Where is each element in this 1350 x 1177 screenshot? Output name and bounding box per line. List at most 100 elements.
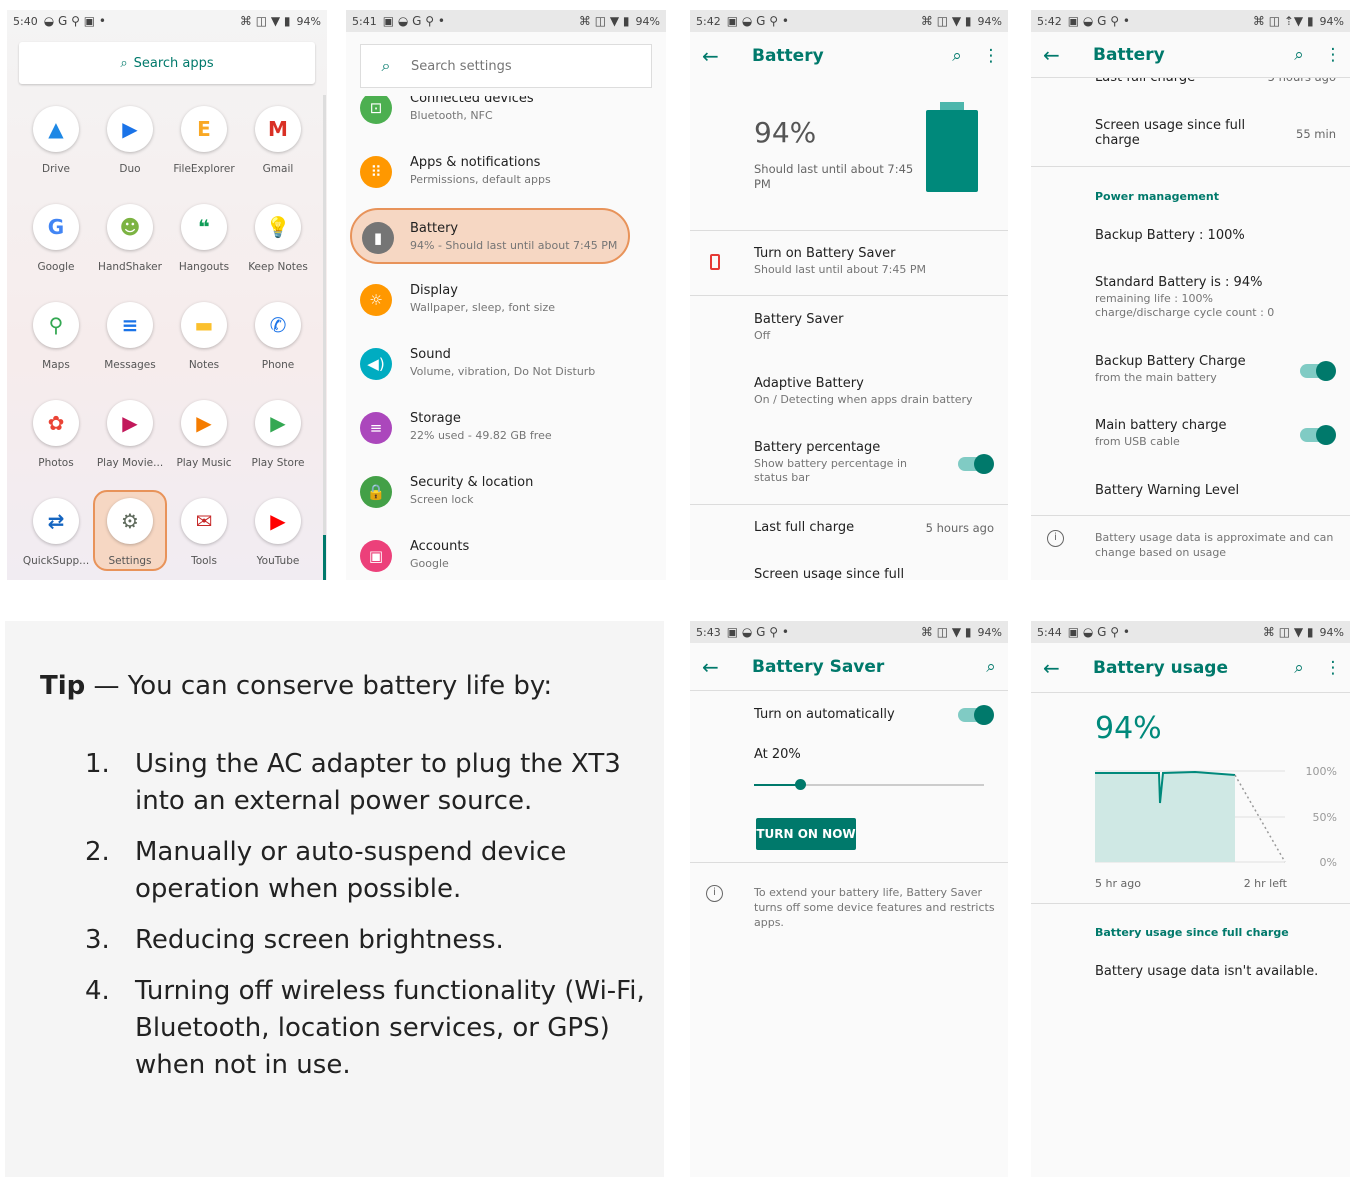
status-time: 5:44 bbox=[1037, 625, 1062, 639]
app-label: Settings bbox=[108, 555, 152, 567]
search-icon[interactable]: ⌕ bbox=[974, 657, 1008, 677]
app-quicksupp[interactable]: ⇄ QuickSupp... bbox=[19, 498, 93, 567]
item-title: Security & location bbox=[410, 475, 534, 490]
info-icon: i bbox=[706, 885, 723, 902]
more-options-icon[interactable]: ⋮ bbox=[1316, 658, 1350, 678]
main-battery-charge-toggle[interactable] bbox=[1300, 425, 1336, 445]
adaptive-battery-item[interactable]: Adaptive Battery On / Detecting when apps… bbox=[690, 376, 1008, 407]
battery-icon: ▮ bbox=[362, 222, 394, 254]
app-photos[interactable]: ✿ Photos bbox=[19, 400, 93, 469]
app-label: Tools bbox=[191, 555, 217, 567]
status-bar: 5:40 ◒ G ⚲ ▣ • ⌘ ◫ ▼ ▮ 94% bbox=[13, 14, 321, 28]
tip-heading: Tip — You can conserve battery life by: bbox=[40, 671, 552, 701]
search-placeholder: Search settings bbox=[411, 58, 512, 74]
app-label: YouTube bbox=[256, 555, 300, 567]
settings-item-battery[interactable]: ▮ Battery 94% - Should last until about 7:… bbox=[350, 208, 630, 264]
tip-item: 1. Using the AC adapter to plug the XT3 i… bbox=[85, 746, 645, 820]
battery-percentage-toggle[interactable] bbox=[958, 454, 994, 474]
app-label: Play Music bbox=[176, 457, 232, 469]
back-arrow-icon[interactable]: ← bbox=[1043, 43, 1083, 67]
duo-icon: ▶ bbox=[107, 106, 153, 152]
battery-saver-item[interactable]: Battery Saver Off bbox=[690, 312, 1008, 343]
y-tick-0: 0% bbox=[1320, 856, 1337, 869]
search-apps-bar[interactable]: ⌕ Search apps bbox=[19, 42, 315, 84]
settings-item-storage[interactable]: ≡ Storage 22% used - 49.82 GB free bbox=[346, 400, 666, 456]
item-subtitle: 94% - Should last until about 7:45 PM bbox=[410, 239, 618, 252]
settings-item-security-location[interactable]: 🔒 Security & location Screen lock bbox=[346, 464, 666, 520]
app-settings[interactable]: ⚙ Settings bbox=[93, 490, 167, 571]
threshold-slider[interactable] bbox=[754, 779, 984, 790]
app-label: FileExplorer bbox=[173, 163, 235, 175]
screen-usage-value: 55 min bbox=[1296, 127, 1336, 141]
threshold-label: At 20% bbox=[690, 747, 1008, 762]
turn-on-automatically-toggle[interactable] bbox=[958, 705, 994, 725]
connected-devices-icon: ⊡ bbox=[360, 96, 392, 124]
slider-thumb[interactable] bbox=[795, 779, 806, 790]
display-icon: ☼ bbox=[360, 284, 392, 316]
search-icon[interactable]: ⌕ bbox=[1282, 658, 1316, 678]
app-label: Phone bbox=[261, 359, 295, 371]
app-handshaker[interactable]: ☻ HandShaker bbox=[93, 204, 167, 273]
status-time: 5:41 bbox=[352, 14, 377, 28]
tools-icon: ✉ bbox=[181, 498, 227, 544]
item-subtitle: Bluetooth, NFC bbox=[410, 109, 493, 122]
row-subtitle: Off bbox=[754, 329, 771, 342]
battery-warning-level-item[interactable]: Battery Warning Level bbox=[1031, 483, 1350, 498]
app-notes[interactable]: ▬ Notes bbox=[167, 302, 241, 371]
settings-icon: ⚙ bbox=[107, 498, 153, 544]
status-bar: 5:42 ▣ ◒ G ⚲ • ⌘ ◫ ⇡▼ ▮ 94% bbox=[1031, 10, 1350, 32]
back-arrow-icon[interactable]: ← bbox=[702, 44, 742, 68]
back-arrow-icon[interactable]: ← bbox=[702, 655, 742, 679]
settings-item-accounts[interactable]: ▣ Accounts Google bbox=[346, 528, 666, 580]
battery-estimate: Should last until about 7:45 PM bbox=[754, 162, 914, 191]
search-icon[interactable]: ⌕ bbox=[940, 46, 974, 66]
app-gmail[interactable]: M Gmail bbox=[241, 106, 315, 175]
app-maps[interactable]: ⚲ Maps bbox=[19, 302, 93, 371]
scrollbar[interactable] bbox=[323, 95, 326, 580]
settings-item-sound[interactable]: ◀) Sound Volume, vibration, Do Not Disturb bbox=[346, 336, 666, 392]
app-drive[interactable]: ▲ Drive bbox=[19, 106, 93, 175]
page-title: Battery bbox=[752, 46, 824, 66]
more-options-icon[interactable]: ⋮ bbox=[974, 46, 1008, 66]
search-icon[interactable]: ⌕ bbox=[1282, 45, 1316, 65]
app-youtube[interactable]: ▶ YouTube bbox=[241, 498, 315, 567]
more-options-icon[interactable]: ⋮ bbox=[1316, 45, 1350, 65]
app-play-movie[interactable]: ▶ Play Movie... bbox=[93, 400, 167, 469]
battery-usage-graph: 100% 50% 0% 5 hr ago 2 hr left bbox=[1095, 766, 1337, 890]
status-battery: 94% bbox=[1319, 625, 1344, 639]
row-title: Battery percentage bbox=[754, 440, 881, 455]
search-settings-input[interactable]: ⌕ Search settings bbox=[360, 44, 652, 88]
app-google[interactable]: G Google bbox=[19, 204, 93, 273]
security-location-icon: 🔒 bbox=[360, 476, 392, 508]
app-phone[interactable]: ✆ Phone bbox=[241, 302, 315, 371]
item-title: Sound bbox=[410, 347, 451, 362]
item-title: Accounts bbox=[410, 539, 470, 554]
app-fileexplorer[interactable]: E FileExplorer bbox=[167, 106, 241, 175]
settings-item-connected-devices[interactable]: ⊡ Connected devices Bluetooth, NFC bbox=[346, 96, 666, 136]
turn-on-battery-saver[interactable]: Turn on Battery Saver Should last until a… bbox=[690, 246, 1008, 277]
row-title: At 20% bbox=[754, 747, 801, 762]
app-label: Keep Notes bbox=[248, 261, 308, 273]
back-arrow-icon[interactable]: ← bbox=[1043, 656, 1083, 680]
turn-on-now-button[interactable]: TURN ON NOW bbox=[756, 818, 856, 850]
settings-item-apps-notifications[interactable]: ⠿ Apps & notifications Permissions, defaul… bbox=[346, 144, 666, 200]
app-hangouts[interactable]: ❝ Hangouts bbox=[167, 204, 241, 273]
app-play-music[interactable]: ▶ Play Music bbox=[167, 400, 241, 469]
app-label: Drive bbox=[42, 163, 70, 175]
search-icon: ⌕ bbox=[120, 55, 128, 71]
app-duo[interactable]: ▶ Duo bbox=[93, 106, 167, 175]
app-messages[interactable]: ≡ Messages bbox=[93, 302, 167, 371]
backup-battery-charge-toggle[interactable] bbox=[1300, 361, 1336, 381]
maps-icon: ⚲ bbox=[33, 302, 79, 348]
play-music-icon: ▶ bbox=[181, 400, 227, 446]
app-label: Play Store bbox=[251, 457, 305, 469]
app-keep-notes[interactable]: 💡 Keep Notes bbox=[241, 204, 315, 273]
tip-list: 1. Using the AC adapter to plug the XT3 i… bbox=[85, 746, 645, 1098]
app-bar: ← Battery usage ⌕ ⋮ bbox=[1031, 643, 1350, 693]
app-tools[interactable]: ✉ Tools bbox=[167, 498, 241, 567]
y-tick-100: 100% bbox=[1306, 766, 1337, 778]
backup-battery-item: Backup Battery : 100% bbox=[1031, 228, 1350, 243]
app-label: Messages bbox=[104, 359, 156, 371]
settings-item-display[interactable]: ☼ Display Wallpaper, sleep, font size bbox=[346, 272, 666, 328]
app-play-store[interactable]: ▶ Play Store bbox=[241, 400, 315, 469]
